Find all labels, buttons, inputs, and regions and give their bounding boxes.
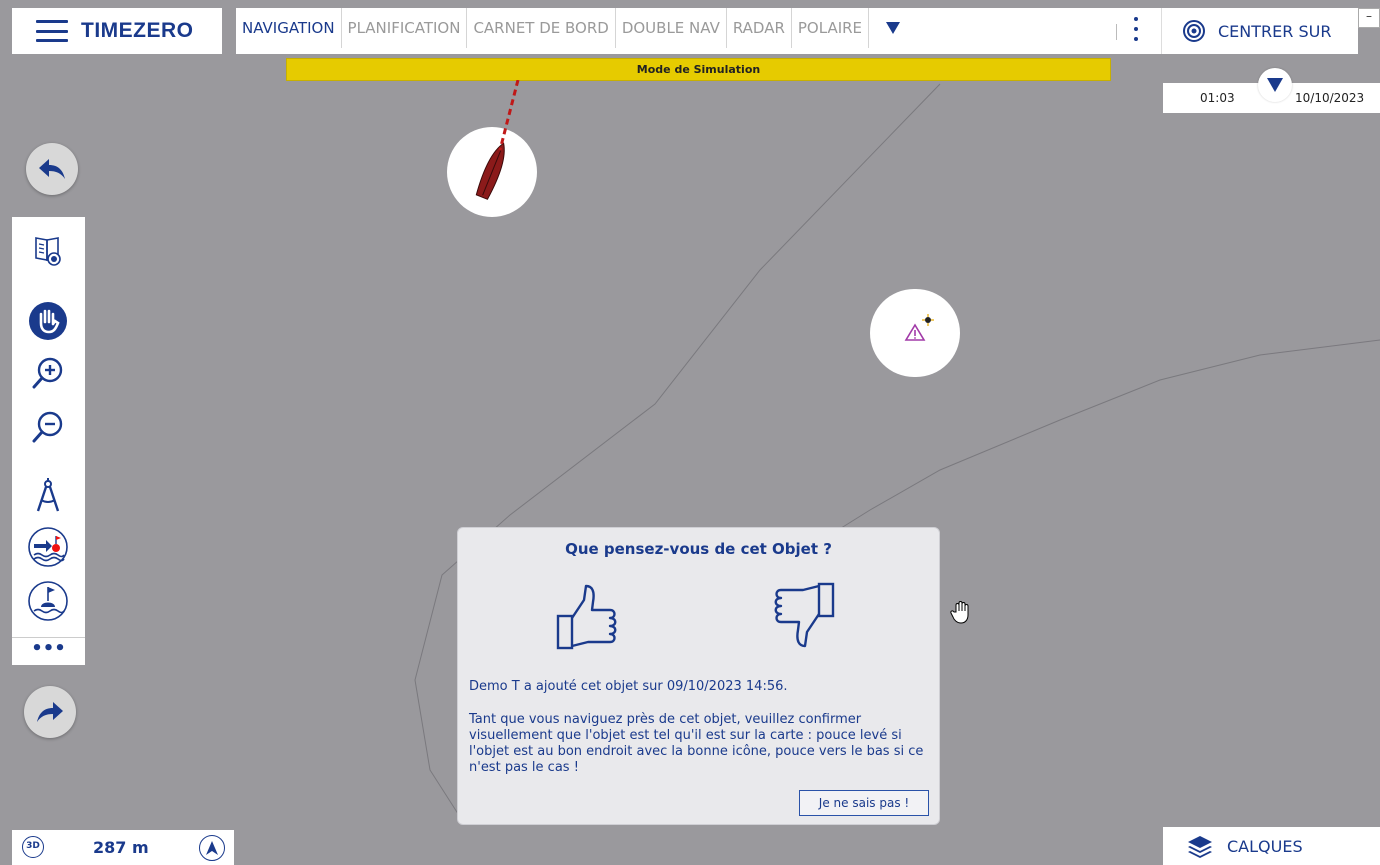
- added-by-text: Demo T a ajouté cet objet sur 09/10/2023…: [469, 679, 788, 694]
- book-target-icon: [35, 237, 61, 266]
- thumbs-up-button[interactable]: [550, 580, 630, 660]
- tab-radar[interactable]: RADAR: [727, 8, 792, 48]
- forward-arrow-icon: [37, 702, 63, 722]
- thumbs-down-icon: [774, 582, 835, 648]
- route-tool[interactable]: [26, 525, 70, 569]
- compass-divider-icon: [36, 478, 60, 512]
- divider: [1161, 8, 1162, 54]
- zoom-in-tool[interactable]: [26, 351, 70, 395]
- time-value: 01:03: [1200, 91, 1235, 105]
- hazard-object-marker[interactable]: [870, 289, 960, 377]
- buoy-tool[interactable]: [26, 579, 70, 623]
- app-brand: TIMEZERO: [12, 8, 222, 54]
- layers-label: CALQUES: [1227, 836, 1303, 856]
- north-up-button[interactable]: [199, 835, 225, 861]
- divider-tool[interactable]: [26, 474, 70, 518]
- kebab-menu-icon[interactable]: [1131, 17, 1141, 41]
- pan-tool[interactable]: [26, 299, 70, 343]
- buoy-icon: [28, 581, 68, 621]
- left-toolbar: •••: [12, 217, 85, 665]
- heading-line: [498, 80, 520, 151]
- tab-navigation[interactable]: NAVIGATION: [236, 8, 342, 48]
- divider: [1116, 24, 1117, 40]
- tab-carnet-de-bord[interactable]: CARNET DE BORD: [467, 8, 616, 48]
- date-value: 10/10/2023: [1295, 91, 1365, 105]
- zoom-in-icon: [32, 357, 63, 389]
- dialog-title: Que pensez-vous de cet Objet ?: [565, 540, 832, 558]
- dialog-body: Tant que vous naviguez près de cet objet…: [469, 712, 924, 775]
- tab-polaire[interactable]: POLAIRE: [792, 8, 870, 48]
- more-tools-button[interactable]: •••: [12, 637, 85, 665]
- hand-cursor-icon: [950, 601, 969, 624]
- layers-button[interactable]: CALQUES: [1163, 827, 1380, 865]
- brand-name: TIMEZERO: [81, 19, 194, 42]
- minimize-button[interactable]: –: [1358, 8, 1380, 28]
- center-on-button[interactable]: CENTRER SUR: [1176, 8, 1358, 54]
- north-arrow-icon: [206, 841, 218, 855]
- 3d-toggle-button[interactable]: 3D: [22, 836, 44, 858]
- back-button[interactable]: [26, 143, 78, 195]
- hamburger-icon[interactable]: [36, 20, 68, 42]
- warning-triangle-icon: [904, 314, 934, 341]
- tab-planification[interactable]: PLANIFICATION: [342, 8, 468, 48]
- zoom-out-icon: [32, 411, 63, 443]
- time-dropdown-button[interactable]: [1258, 68, 1292, 102]
- chevron-down-icon: [1267, 78, 1283, 92]
- zoom-out-tool[interactable]: [26, 405, 70, 449]
- center-on-label: CENTRER SUR: [1218, 21, 1332, 41]
- back-arrow-icon: [39, 159, 65, 179]
- tabs-more-button[interactable]: [869, 8, 917, 48]
- bottom-status-bar: 3D 287 m: [12, 830, 234, 865]
- simulation-banner: Mode de Simulation: [286, 58, 1111, 81]
- dont-know-button[interactable]: Je ne sais pas !: [799, 790, 929, 816]
- chevron-down-icon: [886, 22, 901, 34]
- target-icon: [1183, 20, 1205, 42]
- feedback-dialog: Que pensez-vous de cet Objet ? Demo T a …: [457, 527, 940, 825]
- forward-button[interactable]: [24, 686, 76, 738]
- tab-double-nav[interactable]: DOUBLE NAV: [616, 8, 727, 48]
- scale-readout: 287 m: [93, 838, 149, 857]
- layers-icon: [1188, 836, 1212, 858]
- route-buoy-icon: [28, 527, 68, 567]
- thumbs-up-icon: [556, 584, 617, 650]
- thumbs-down-button[interactable]: [761, 580, 841, 660]
- hand-pan-icon: [29, 302, 67, 340]
- book-target-tool[interactable]: [26, 229, 70, 273]
